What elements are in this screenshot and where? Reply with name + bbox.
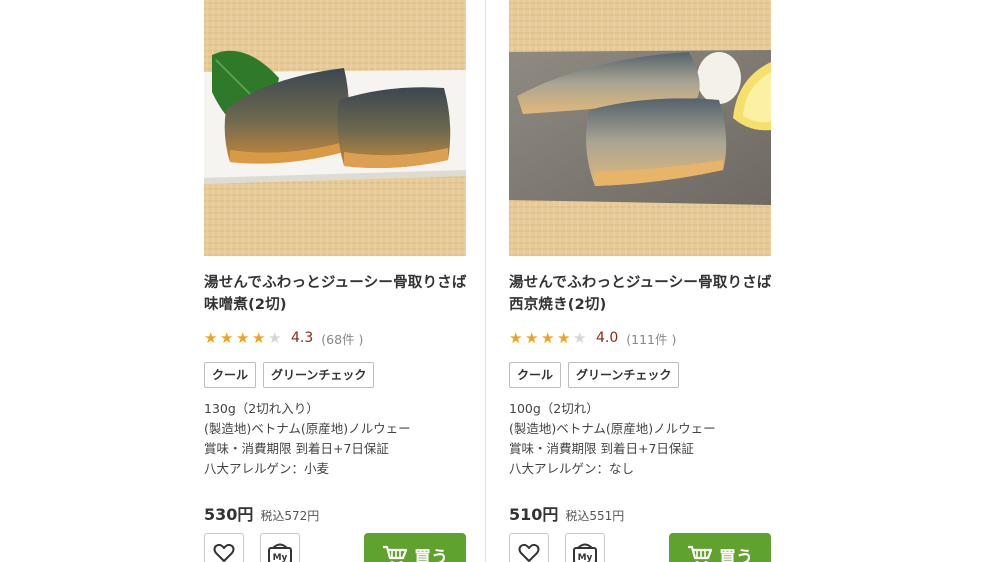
spec-origin: (製造地)ベトナム(原産地)ノルウェー [509,421,716,436]
star-filled-icon: ★ [252,329,266,347]
rating: ★ ★ ★ ★ ★ 4.0 (111件 ) [509,328,771,348]
review-count[interactable]: (111件 ) [626,329,676,348]
my-list-button[interactable]: My [565,533,605,562]
price: 510円 [509,505,559,524]
tax-included-price: 税込551円 [565,509,625,523]
product-image-saikyo-saba[interactable] [509,0,771,256]
spec-allergen: 八大アレルゲン：なし [509,461,635,476]
price: 530円 [204,505,254,524]
buy-button[interactable]: 買う [669,533,771,562]
rating: ★ ★ ★ ★ ★ 4.3 (68件 ) [204,328,466,348]
buy-button-label: 買う [719,547,753,562]
rating-score: 4.3 [291,330,314,346]
buy-button-label: 買う [414,547,448,562]
column-divider [485,0,486,562]
product-title-line1: 湯せんでふわっとジューシー骨取りさば [509,275,772,291]
spec-expiry: 賞味・消費期限 到着日+7日保証 [509,441,694,456]
tag-list: クール グリーンチェック [509,362,771,388]
product-photo-svg [509,0,771,256]
product-title-line2: 味噌煮(2切) [204,297,287,313]
my-basket-icon: My [268,543,292,562]
review-count[interactable]: (68件 ) [321,329,363,348]
cart-icon [688,545,713,562]
tag-list: クール グリーンチェック [204,362,466,388]
my-basket-icon: My [573,543,597,562]
cart-icon [383,545,408,562]
rating-score: 4.0 [596,330,619,346]
star-filled-icon: ★ [541,329,555,347]
buy-button[interactable]: 買う [364,533,466,562]
star-rating: ★ ★ ★ ★ ★ [204,328,284,348]
product-specs: 100g（2切れ） (製造地)ベトナム(原産地)ノルウェー 賞味・消費期限 到着… [509,399,771,479]
star-filled-icon: ★ [236,329,250,347]
tag-green-check: グリーンチェック [568,362,680,388]
product-image-miso-saba[interactable] [204,0,466,256]
spec-weight: 130g（2切れ入り） [204,401,319,416]
tag-green-check: グリーンチェック [263,362,375,388]
product-title[interactable]: 湯せんでふわっとジューシー骨取りさば 西京焼き(2切) [509,272,771,316]
my-list-button[interactable]: My [260,533,300,562]
star-empty-icon: ★ [573,329,587,347]
tag-cool: クール [509,362,562,388]
price-row: 510円 税込551円 [509,501,771,525]
star-filled-icon: ★ [204,329,218,347]
product-card: 湯せんでふわっとジューシー骨取りさば 西京焼き(2切) ★ ★ ★ ★ ★ 4.0 (1… [509,0,771,562]
heart-icon [518,543,540,562]
heart-icon [213,543,235,562]
my-icon-label: My [273,553,288,562]
tag-cool: クール [204,362,257,388]
product-photo-svg [204,0,466,256]
spec-origin: (製造地)ベトナム(原産地)ノルウェー [204,421,411,436]
star-filled-icon: ★ [509,329,523,347]
tax-included-price: 税込572円 [260,509,320,523]
star-filled-icon: ★ [525,329,539,347]
my-icon-label: My [578,553,593,562]
product-specs: 130g（2切れ入り） (製造地)ベトナム(原産地)ノルウェー 賞味・消費期限 … [204,399,466,479]
spec-expiry: 賞味・消費期限 到着日+7日保証 [204,441,389,456]
star-rating: ★ ★ ★ ★ ★ [509,328,589,348]
product-title-line1: 湯せんでふわっとジューシー骨取りさば [204,275,467,291]
action-row: My 買う [204,533,466,562]
product-title-line2: 西京焼き(2切) [509,297,607,313]
product-title[interactable]: 湯せんでふわっとジューシー骨取りさば 味噌煮(2切) [204,272,466,316]
star-empty-icon: ★ [268,329,282,347]
product-card: 湯せんでふわっとジューシー骨取りさば 味噌煮(2切) ★ ★ ★ ★ ★ 4.3 (68… [204,0,466,562]
spec-allergen: 八大アレルゲン：小麦 [204,461,330,476]
product-list: 湯せんでふわっとジューシー骨取りさば 味噌煮(2切) ★ ★ ★ ★ ★ 4.3 (68… [0,0,1000,562]
star-filled-icon: ★ [220,329,234,347]
price-row: 530円 税込572円 [204,501,466,525]
favorite-button[interactable] [204,533,244,562]
star-filled-icon: ★ [557,329,571,347]
action-row: My 買う [509,533,771,562]
spec-weight: 100g（2切れ） [509,401,599,416]
favorite-button[interactable] [509,533,549,562]
